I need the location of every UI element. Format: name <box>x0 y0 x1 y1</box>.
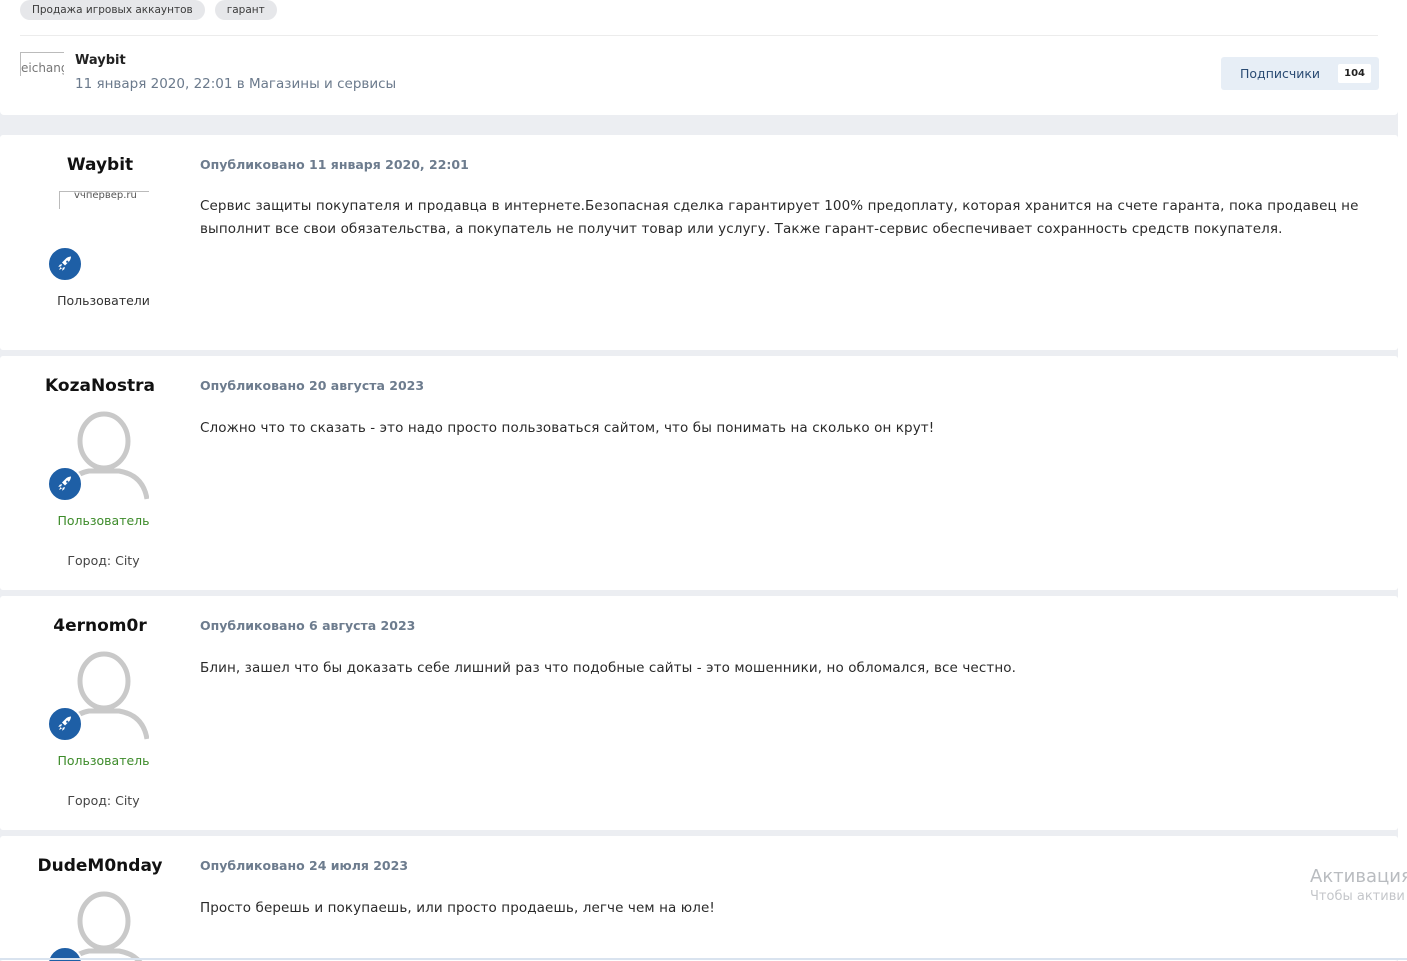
post-author-name[interactable]: KozaNostra <box>0 376 200 396</box>
topic-header: Продажа игровых аккаунтов гарант eichang… <box>0 0 1398 115</box>
post-date[interactable]: Опубликовано 11 января 2020, 22:01 <box>200 157 469 172</box>
post-content: Сложно что то сказать - это надо просто … <box>200 420 935 436</box>
bottom-divider <box>0 958 1407 960</box>
followers-label: Подписчики <box>1240 66 1321 81</box>
post: Waybit vчпервер.ru Пользователи Опублико… <box>0 135 1398 350</box>
rank-badge <box>47 466 83 502</box>
post-date[interactable]: Опубликовано 6 августа 2023 <box>200 618 415 633</box>
post-content: Сервис защиты покупателя и продавца в ин… <box>200 198 1359 237</box>
post-author-name[interactable]: DudeM0nday <box>0 856 200 876</box>
post-date[interactable]: Опубликовано 24 июля 2023 <box>200 858 408 873</box>
followers-button[interactable]: Подписчики 104 <box>1221 57 1379 90</box>
post: KozaNostra Пользователь Город: City Опуб… <box>0 356 1398 590</box>
user-city: Город: City <box>67 553 140 568</box>
watermark-title: Активация <box>1310 866 1407 887</box>
rocket-icon <box>58 476 71 491</box>
rank-badge <box>47 706 83 742</box>
watermark-subtitle: Чтобы активи <box>1310 889 1405 904</box>
rocket-icon <box>58 716 71 731</box>
post-author-name[interactable]: Waybit <box>0 155 200 175</box>
topic-meta: 11 января 2020, 22:01 в Магазины и серви… <box>75 76 397 92</box>
post-author-avatar[interactable]: vчпервер.ru <box>59 191 149 209</box>
post-author-name[interactable]: 4ernom0r <box>0 616 200 636</box>
post-date[interactable]: Опубликовано 20 августа 2023 <box>200 378 424 393</box>
tag-garant[interactable]: гарант <box>214 0 277 20</box>
post: DudeM0nday Опубликовано 24 июля 2023 Про… <box>0 836 1398 961</box>
topic-author-name[interactable]: Waybit <box>75 53 126 68</box>
user-group: Пользователь <box>57 753 150 768</box>
post-content: Блин, зашел что бы доказать себе лишний … <box>200 660 1017 676</box>
tag-game-accounts[interactable]: Продажа игровых аккаунтов <box>20 0 205 20</box>
rocket-icon <box>58 256 71 271</box>
post-content: Просто берешь и покупаешь, или просто пр… <box>200 900 715 916</box>
user-group: Пользователи <box>57 293 150 308</box>
rank-badge <box>47 246 83 282</box>
post: 4ernom0r Пользователь Город: City Опубли… <box>0 596 1398 830</box>
user-city: Город: City <box>67 793 140 808</box>
divider <box>20 35 1378 36</box>
windows-activation-watermark: Активация Чтобы активи <box>1310 866 1407 904</box>
scrollbar-track[interactable] <box>1398 0 1407 961</box>
author-avatar[interactable]: eichang <box>20 52 64 76</box>
followers-count: 104 <box>1338 64 1371 83</box>
user-group: Пользователь <box>57 513 150 528</box>
tag-list: Продажа игровых аккаунтов гарант <box>20 0 277 20</box>
